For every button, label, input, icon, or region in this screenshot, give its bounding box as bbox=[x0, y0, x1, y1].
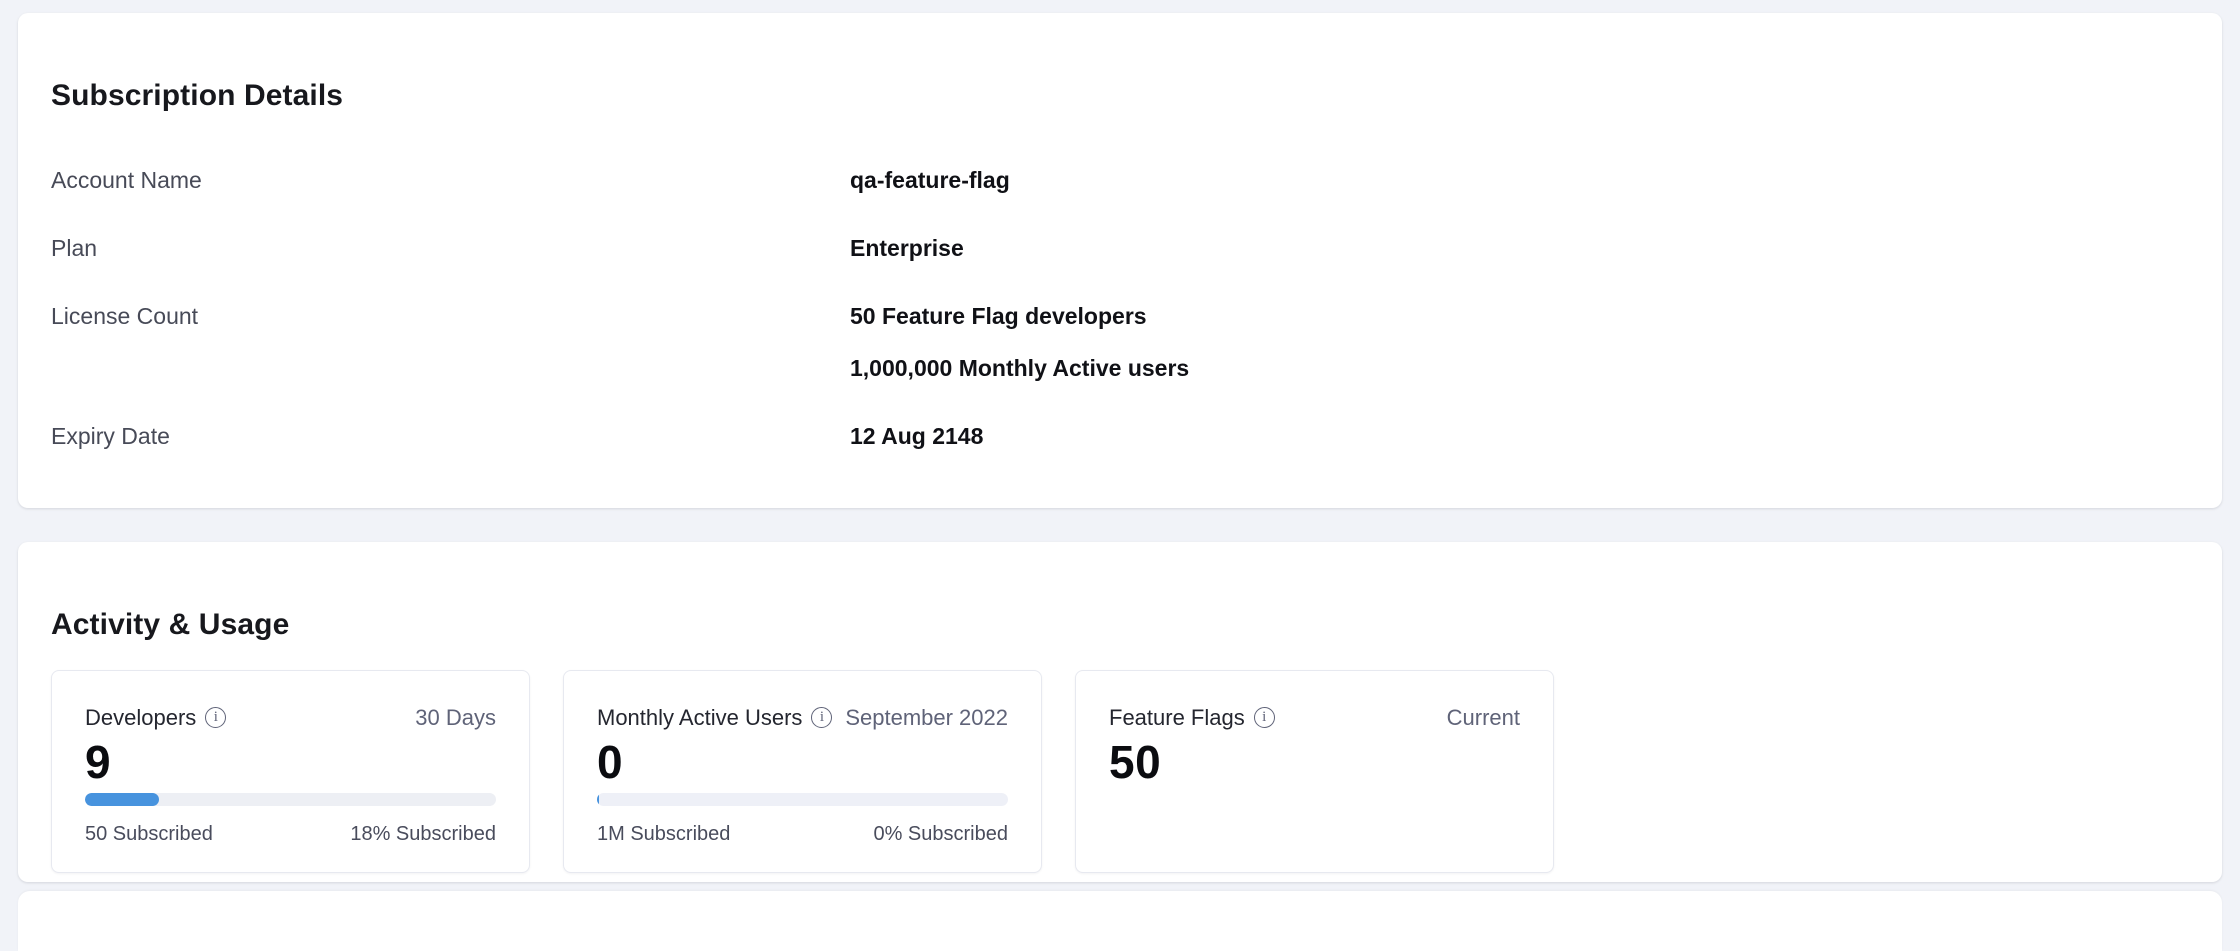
developers-tile-period: 30 Days bbox=[415, 704, 496, 732]
account-name-value: qa-feature-flag bbox=[850, 166, 1010, 194]
subscription-details-title: Subscription Details bbox=[51, 78, 2189, 114]
plan-value: Enterprise bbox=[850, 234, 964, 262]
expiry-date-row: Expiry Date 12 Aug 2148 bbox=[51, 422, 2189, 450]
mau-tile-period: September 2022 bbox=[845, 704, 1008, 732]
usage-tiles: Developers i 30 Days 9 50 Subscribed 18%… bbox=[51, 670, 2189, 873]
mau-subscribed-percent-label: 0% Subscribed bbox=[873, 822, 1008, 846]
expiry-date-label: Expiry Date bbox=[51, 422, 850, 450]
mau-usage-tile: Monthly Active Users i September 2022 0 … bbox=[563, 670, 1042, 873]
license-count-mau-value: 1,000,000 Monthly Active users bbox=[850, 354, 1189, 382]
developers-progress-bar bbox=[85, 793, 496, 806]
license-count-label: License Count bbox=[51, 302, 850, 330]
activity-usage-card: Activity & Usage Developers i 30 Days 9 … bbox=[18, 542, 2222, 882]
license-count-row: License Count 50 Feature Flag developers… bbox=[51, 302, 2189, 382]
mau-count-value: 0 bbox=[597, 737, 1008, 787]
mau-progress-bar bbox=[597, 793, 1008, 806]
activity-usage-title: Activity & Usage bbox=[51, 607, 2189, 643]
info-icon[interactable]: i bbox=[811, 707, 832, 728]
developers-subscribed-label: 50 Subscribed bbox=[85, 822, 213, 846]
developers-progress-fill bbox=[85, 793, 159, 806]
developers-subscribed-percent-label: 18% Subscribed bbox=[350, 822, 496, 846]
subscription-details-rows: Account Name qa-feature-flag Plan Enterp… bbox=[51, 166, 2189, 450]
expiry-date-value: 12 Aug 2148 bbox=[850, 422, 983, 450]
info-icon[interactable]: i bbox=[205, 707, 226, 728]
subscription-details-card: Subscription Details Account Name qa-fea… bbox=[18, 13, 2222, 508]
developers-usage-tile: Developers i 30 Days 9 50 Subscribed 18%… bbox=[51, 670, 530, 873]
feature-flags-count-value: 50 bbox=[1109, 737, 1520, 787]
account-name-row: Account Name qa-feature-flag bbox=[51, 166, 2189, 194]
mau-tile-title: Monthly Active Users bbox=[597, 704, 802, 732]
plan-label: Plan bbox=[51, 234, 850, 262]
next-card-peek bbox=[18, 891, 2222, 951]
developers-count-value: 9 bbox=[85, 737, 496, 787]
account-name-label: Account Name bbox=[51, 166, 850, 194]
feature-flags-tile-title: Feature Flags bbox=[1109, 704, 1245, 732]
feature-flags-usage-tile: Feature Flags i Current 50 bbox=[1075, 670, 1554, 873]
developers-tile-title: Developers bbox=[85, 704, 196, 732]
license-count-developers-value: 50 Feature Flag developers bbox=[850, 302, 1189, 330]
feature-flags-tile-period: Current bbox=[1447, 704, 1520, 732]
plan-row: Plan Enterprise bbox=[51, 234, 2189, 262]
mau-subscribed-label: 1M Subscribed bbox=[597, 822, 730, 846]
mau-progress-fill bbox=[597, 793, 599, 806]
info-icon[interactable]: i bbox=[1254, 707, 1275, 728]
